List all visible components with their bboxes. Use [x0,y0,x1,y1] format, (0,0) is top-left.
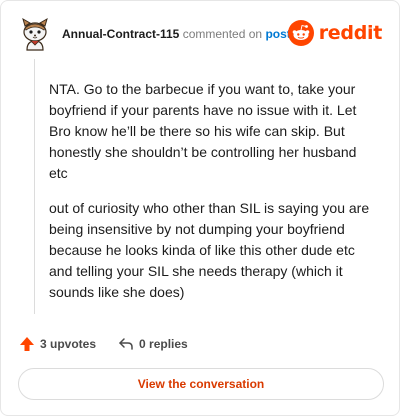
comment-card: Annual-Contract-115 commented on post re… [0,0,400,416]
comment-paragraph: out of curiosity who other than SIL is s… [49,200,370,300]
reddit-wordmark: reddit [318,22,383,44]
upvote-arrow-icon [20,337,34,351]
comment-body: NTA. Go to the barbecue if you want to, … [49,79,371,317]
reply-count: 0 replies [139,337,188,351]
view-conversation-button[interactable]: View the conversation [18,368,384,400]
reddit-logo[interactable]: reddit [287,19,383,47]
comment-meta: Annual-Contract-115 commented on post [62,27,291,41]
reddit-snoo-icon [287,20,314,46]
upvote-button[interactable]: 3 upvotes [19,336,96,352]
thread-line [34,59,35,314]
reply-button[interactable]: 0 replies [118,336,188,352]
username-link[interactable]: Annual-Contract-115 [62,27,179,41]
reply-arrow-icon [119,338,133,350]
commented-on-text: commented on [182,27,263,41]
comment-paragraph: NTA. Go to the barbecue if you want to, … [49,81,357,181]
comment-actions: 3 upvotes 0 replies [19,334,210,354]
comment-header: Annual-Contract-115 commented on post re… [18,17,382,51]
snoo-avatar-icon[interactable] [18,17,52,51]
upvote-count: 3 upvotes [40,337,97,351]
